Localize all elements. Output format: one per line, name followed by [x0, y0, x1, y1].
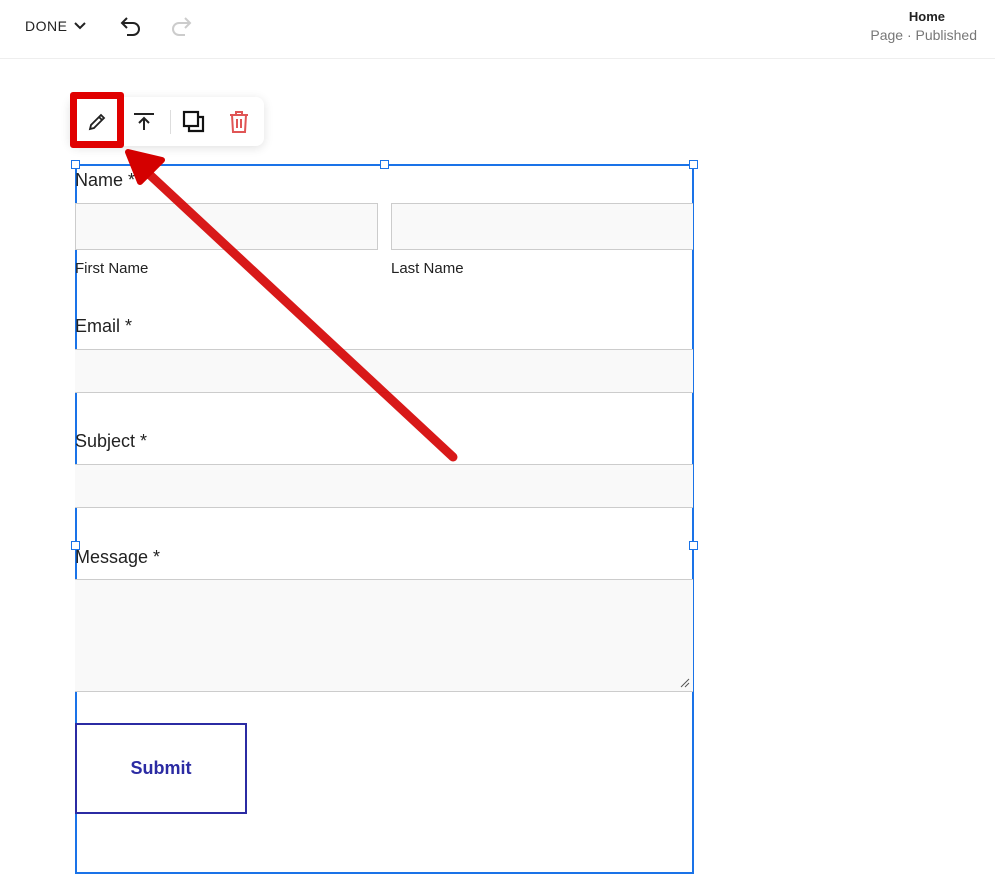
email-input[interactable] [75, 349, 693, 393]
name-label: Name * [75, 170, 136, 190]
resize-handle[interactable] [689, 541, 698, 550]
last-name-label: Last Name [391, 260, 464, 277]
block-toolbar [70, 97, 264, 146]
page-status: Page · Published [870, 27, 977, 43]
first-name-input[interactable] [75, 203, 378, 250]
pencil-icon [88, 113, 106, 130]
duplicate-button[interactable] [172, 97, 216, 146]
email-label: Email * [75, 316, 133, 336]
resize-handle[interactable] [71, 160, 80, 169]
message-textarea[interactable] [75, 579, 693, 692]
resize-grip-icon[interactable] [680, 678, 690, 688]
edit-button[interactable] [75, 97, 119, 146]
toolbar-divider [170, 110, 171, 134]
trash-icon [230, 110, 248, 133]
page-title: Home [908, 9, 945, 24]
undo-button[interactable] [118, 14, 144, 43]
delete-button[interactable] [217, 97, 261, 146]
first-name-label: First Name [75, 260, 149, 277]
submit-button[interactable]: Submit [75, 723, 247, 814]
resize-handle[interactable] [380, 160, 389, 169]
undo-icon [120, 17, 140, 36]
redo-button[interactable] [168, 14, 194, 43]
last-name-input[interactable] [391, 203, 693, 250]
move-to-top-button[interactable] [122, 97, 166, 146]
editor-header: DONE Home Page · Published [0, 0, 995, 59]
subject-label: Subject * [75, 431, 148, 451]
redo-icon [172, 17, 192, 36]
arrow-to-top-icon [134, 112, 154, 130]
chevron-down-icon [74, 22, 87, 30]
done-label: DONE [25, 18, 68, 34]
resize-handle[interactable] [689, 160, 698, 169]
done-button[interactable]: DONE [25, 18, 87, 34]
subject-input[interactable] [75, 464, 693, 508]
duplicate-icon [182, 110, 205, 132]
message-label: Message * [75, 547, 161, 567]
